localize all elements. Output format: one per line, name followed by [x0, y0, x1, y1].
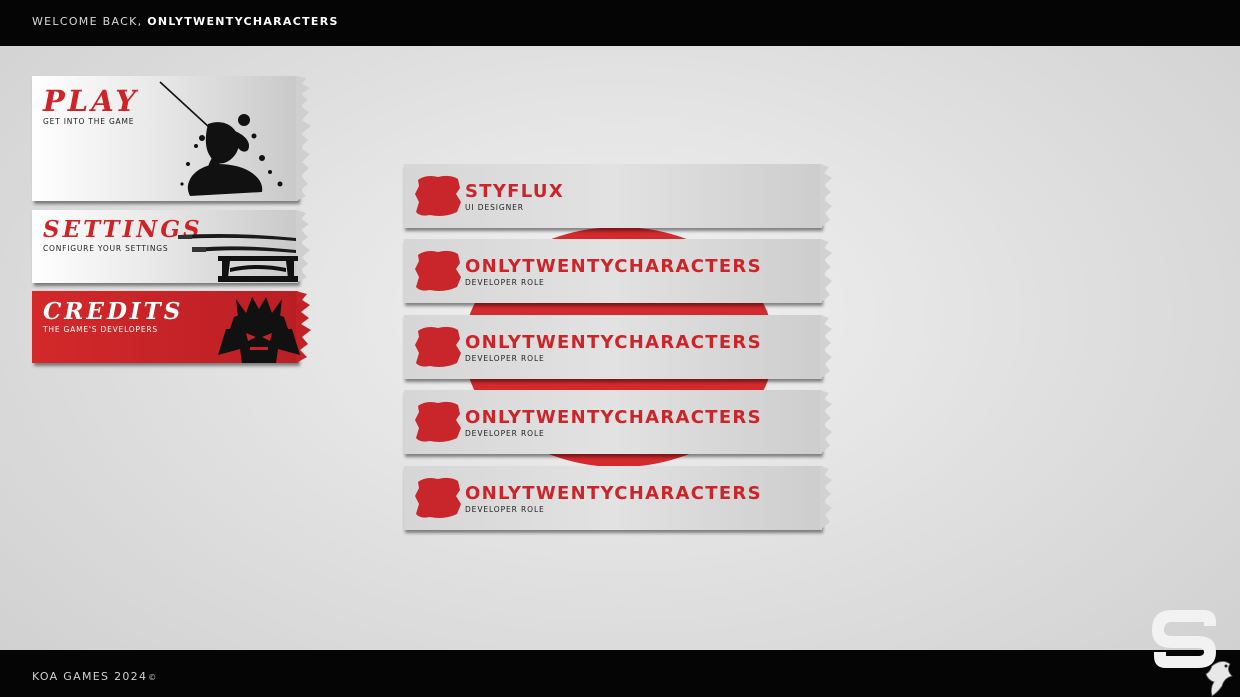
menu-subtitle-play: GET INTO THE GAME [43, 117, 135, 126]
credit-role: DEVELOPER ROLE [465, 429, 545, 438]
bottom-bar [0, 650, 1240, 697]
copyright-symbol: © [148, 673, 158, 682]
red-brush-splash-icon [415, 326, 461, 367]
menu-play-button[interactable]: PLAY GET INTO THE GAME [32, 76, 311, 201]
menu-subtitle-settings: CONFIGURE YOUR SETTINGS [43, 244, 169, 253]
credit-name: ONLYTWENTYCHARACTERS [465, 483, 762, 504]
torn-edge [820, 164, 832, 228]
credit-name: ONLYTWENTYCHARACTERS [465, 332, 762, 353]
red-brush-splash-icon [415, 401, 461, 442]
torn-edge [820, 315, 832, 379]
menu-settings-button[interactable]: SETTINGS CONFIGURE YOUR SETTINGS [32, 210, 310, 283]
footer-label: KOA GAMES 2024© [32, 670, 158, 683]
credit-card: ONLYTWENTYCHARACTERS DEVELOPER ROLE [404, 390, 832, 454]
welcome-message: WELCOME BACK, ONLYTWENTYCHARACTERS [32, 15, 339, 28]
menu-title-credits: CREDITS [43, 298, 184, 325]
torn-edge [296, 76, 311, 201]
welcome-prefix: WELCOME BACK, [32, 15, 143, 28]
samurai-warrior-icon [159, 81, 283, 196]
studio-s-eagle-logo-icon [1152, 610, 1233, 697]
username: ONLYTWENTYCHARACTERS [147, 15, 339, 28]
credit-name: ONLYTWENTYCHARACTERS [465, 256, 762, 277]
credit-role: DEVELOPER ROLE [465, 505, 545, 514]
torn-edge [820, 390, 832, 454]
credit-role: UI DESIGNER [465, 203, 524, 212]
red-brush-splash-icon [415, 250, 461, 291]
torn-edge [296, 210, 310, 283]
credit-card: ONLYTWENTYCHARACTERS DEVELOPER ROLE [404, 239, 832, 303]
red-brush-splash-icon [415, 175, 461, 216]
katana-stand-icon [178, 234, 298, 282]
samurai-helmet-icon [218, 297, 300, 363]
menu-title-play: PLAY [43, 84, 139, 118]
torn-edge [820, 239, 832, 303]
credit-name: ONLYTWENTYCHARACTERS [465, 407, 762, 428]
credit-role: DEVELOPER ROLE [465, 278, 545, 287]
credit-card: ONLYTWENTYCHARACTERS DEVELOPER ROLE [404, 315, 832, 379]
footer-text: KOA GAMES 2024 [32, 670, 148, 683]
menu-subtitle-credits: THE GAME'S DEVELOPERS [43, 325, 158, 334]
credit-role: DEVELOPER ROLE [465, 354, 545, 363]
credit-name: STYFLUX [465, 181, 564, 202]
credit-card: ONLYTWENTYCHARACTERS DEVELOPER ROLE [404, 466, 832, 530]
menu-credits-button[interactable]: CREDITS THE GAME'S DEVELOPERS [32, 291, 311, 363]
credit-card: STYFLUX UI DESIGNER [404, 164, 832, 228]
red-brush-splash-icon [415, 477, 461, 518]
torn-edge [820, 466, 832, 530]
